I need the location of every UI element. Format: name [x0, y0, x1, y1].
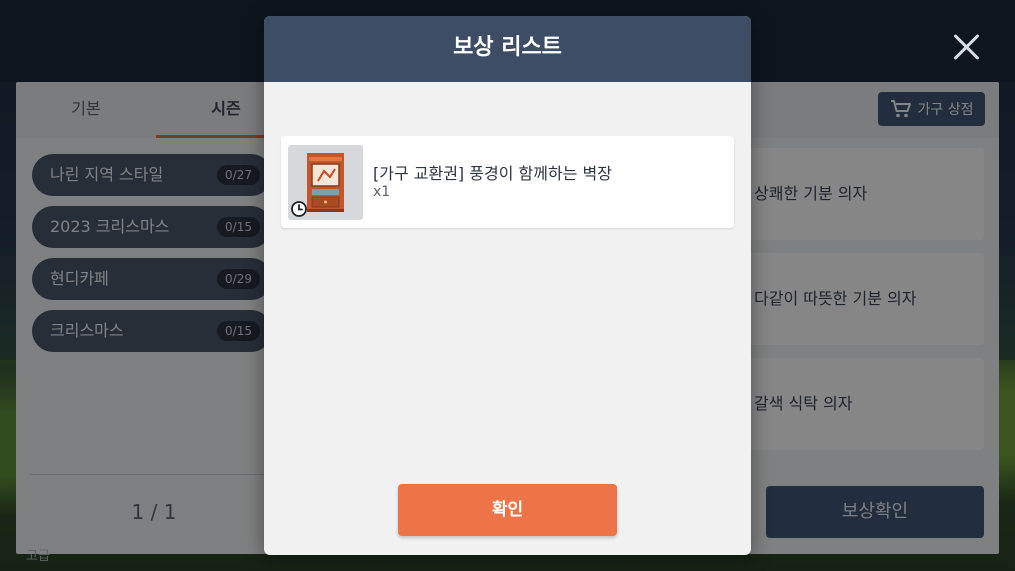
- confirm-button[interactable]: 확인: [398, 484, 617, 536]
- clock-icon: [291, 201, 307, 217]
- reward-item: [가구 교환권] 풍경이 함께하는 벽장 x1: [281, 136, 734, 228]
- close-icon[interactable]: [952, 32, 982, 62]
- reward-thumbnail: [288, 145, 363, 220]
- modal-title: 보상 리스트: [264, 16, 751, 82]
- reward-list-modal: 보상 리스트 [가구 교환권] 풍경이 함께하는 벽장 x1 확인: [264, 16, 751, 555]
- reward-name: [가구 교환권] 풍경이 함께하는 벽장: [373, 164, 612, 183]
- reward-quantity: x1: [373, 184, 391, 200]
